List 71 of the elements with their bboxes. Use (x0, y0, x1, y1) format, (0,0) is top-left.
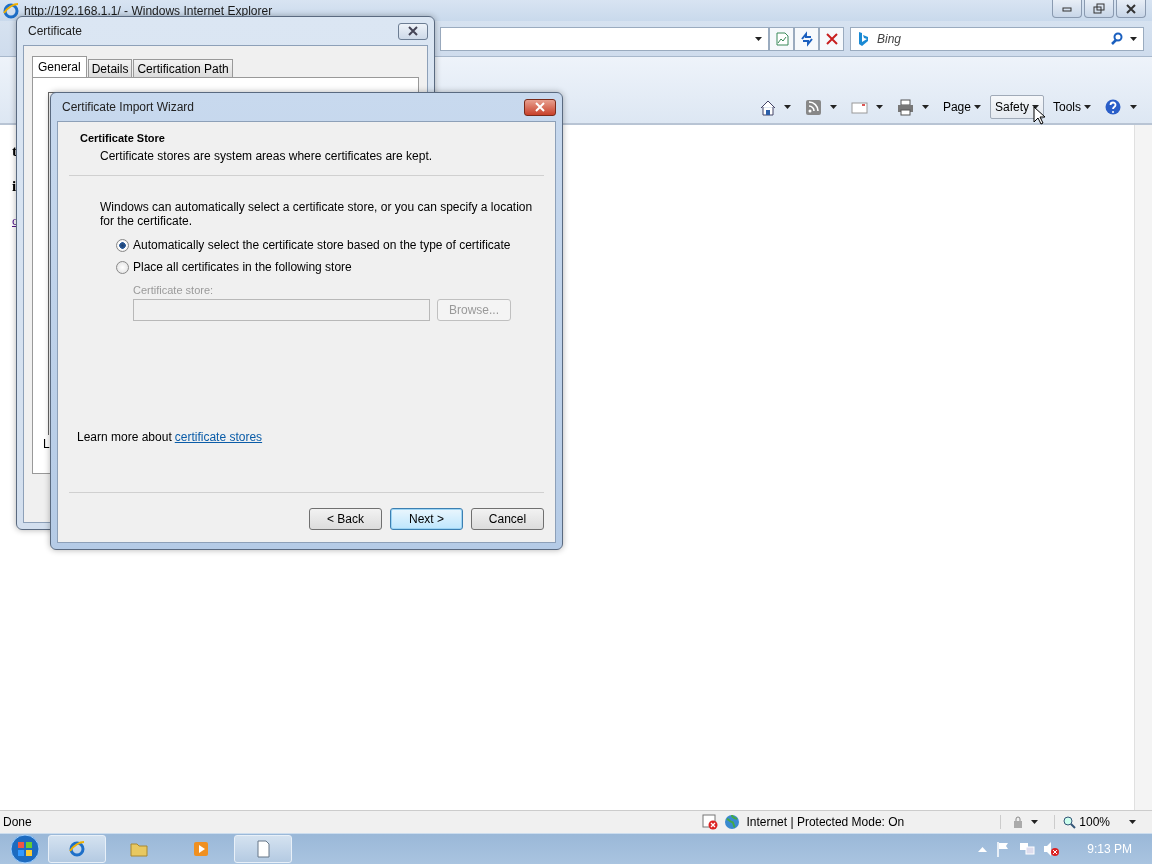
field-label: Certificate store: (133, 284, 215, 296)
magnifier-icon (1063, 815, 1077, 829)
taskbar-button[interactable] (234, 835, 292, 863)
search-provider-logo-icon (857, 30, 869, 47)
feed-icon (804, 98, 822, 116)
window-title: http://192.168.1.1/ - Windows Internet Explorer (24, 3, 273, 18)
blocked-page-icon (702, 814, 719, 830)
close-button[interactable] (524, 98, 556, 116)
search-field[interactable]: Bing (850, 26, 1144, 51)
help-link[interactable]: certificate stores (174, 430, 263, 444)
browser-logo-icon (3, 2, 19, 19)
home-icon (758, 98, 776, 116)
search-input[interactable]: Bing (875, 30, 1104, 47)
caret-icon (1084, 105, 1091, 109)
tab[interactable]: General (32, 56, 87, 77)
dialog-button[interactable]: < Back (309, 508, 382, 530)
taskbar-button[interactable] (48, 835, 106, 863)
refresh-button[interactable] (794, 26, 819, 51)
stop-button[interactable] (819, 26, 844, 51)
menu-button[interactable]: Safety (989, 95, 1044, 119)
page-text: i (12, 178, 18, 195)
close-icon (408, 26, 418, 36)
radio-option[interactable]: Automatically select the certificate store based on the type of certificate (116, 238, 511, 252)
tab[interactable]: Certification Path (133, 59, 233, 77)
dialog-title: Certificate Import Wizard (62, 100, 195, 114)
dialog-button[interactable]: Cancel (471, 508, 544, 530)
refresh-icon (798, 30, 815, 47)
section-heading: Certificate Store (80, 132, 166, 144)
caret-icon (783, 105, 791, 109)
address-field[interactable] (440, 26, 769, 51)
radio-button[interactable] (116, 238, 129, 252)
instruction-text: Windows can automatically select a certificate store, or you can specify a location for the certificate. (100, 200, 533, 228)
caret-icon (973, 105, 981, 109)
radio-option[interactable]: Place all certificates in the following store (116, 260, 352, 274)
globe-icon (724, 814, 741, 830)
link-text[interactable]: L (43, 437, 50, 451)
restore-button[interactable] (1084, 0, 1114, 18)
dropdown-caret-icon[interactable] (755, 36, 762, 41)
compatibility-view-icon (773, 30, 790, 47)
dialog-button[interactable]: Next > (390, 508, 463, 530)
dropdown-caret-icon[interactable] (1130, 36, 1137, 41)
speaker-muted-icon[interactable] (1043, 841, 1060, 857)
scrollbar[interactable] (1134, 125, 1152, 810)
menu-button[interactable]: Tools (1048, 95, 1096, 119)
printer-icon (896, 98, 914, 116)
close-button[interactable] (398, 22, 428, 40)
media-player-icon (191, 839, 211, 859)
security-zone-text: Internet | Protected Mode: On (746, 815, 905, 829)
caret-icon (1031, 820, 1039, 824)
stop-icon (823, 30, 840, 47)
menu-button[interactable]: Page (937, 95, 986, 119)
status-text: Done (3, 815, 32, 829)
dialog-title: Certificate (28, 24, 83, 38)
caret-icon (921, 105, 929, 109)
browser-icon (67, 839, 87, 859)
caret-icon (875, 105, 883, 109)
close-icon (1124, 1, 1138, 16)
caret-icon (1130, 105, 1137, 109)
caret-icon (1129, 820, 1136, 824)
search-icon (1110, 31, 1124, 46)
caret-icon (829, 105, 837, 109)
radio-button[interactable] (116, 260, 129, 274)
help-text: Learn more about (77, 430, 172, 444)
minimize-button[interactable] (1052, 0, 1082, 18)
close-icon (535, 102, 545, 112)
restore-icon (1092, 1, 1106, 16)
close-button[interactable] (1116, 0, 1146, 18)
tab[interactable]: Details (87, 59, 133, 77)
help-icon (1105, 98, 1122, 116)
section-description: Certificate stores are system areas where certificates are kept. (99, 149, 434, 163)
zoom-button[interactable]: 100% (1054, 815, 1144, 829)
